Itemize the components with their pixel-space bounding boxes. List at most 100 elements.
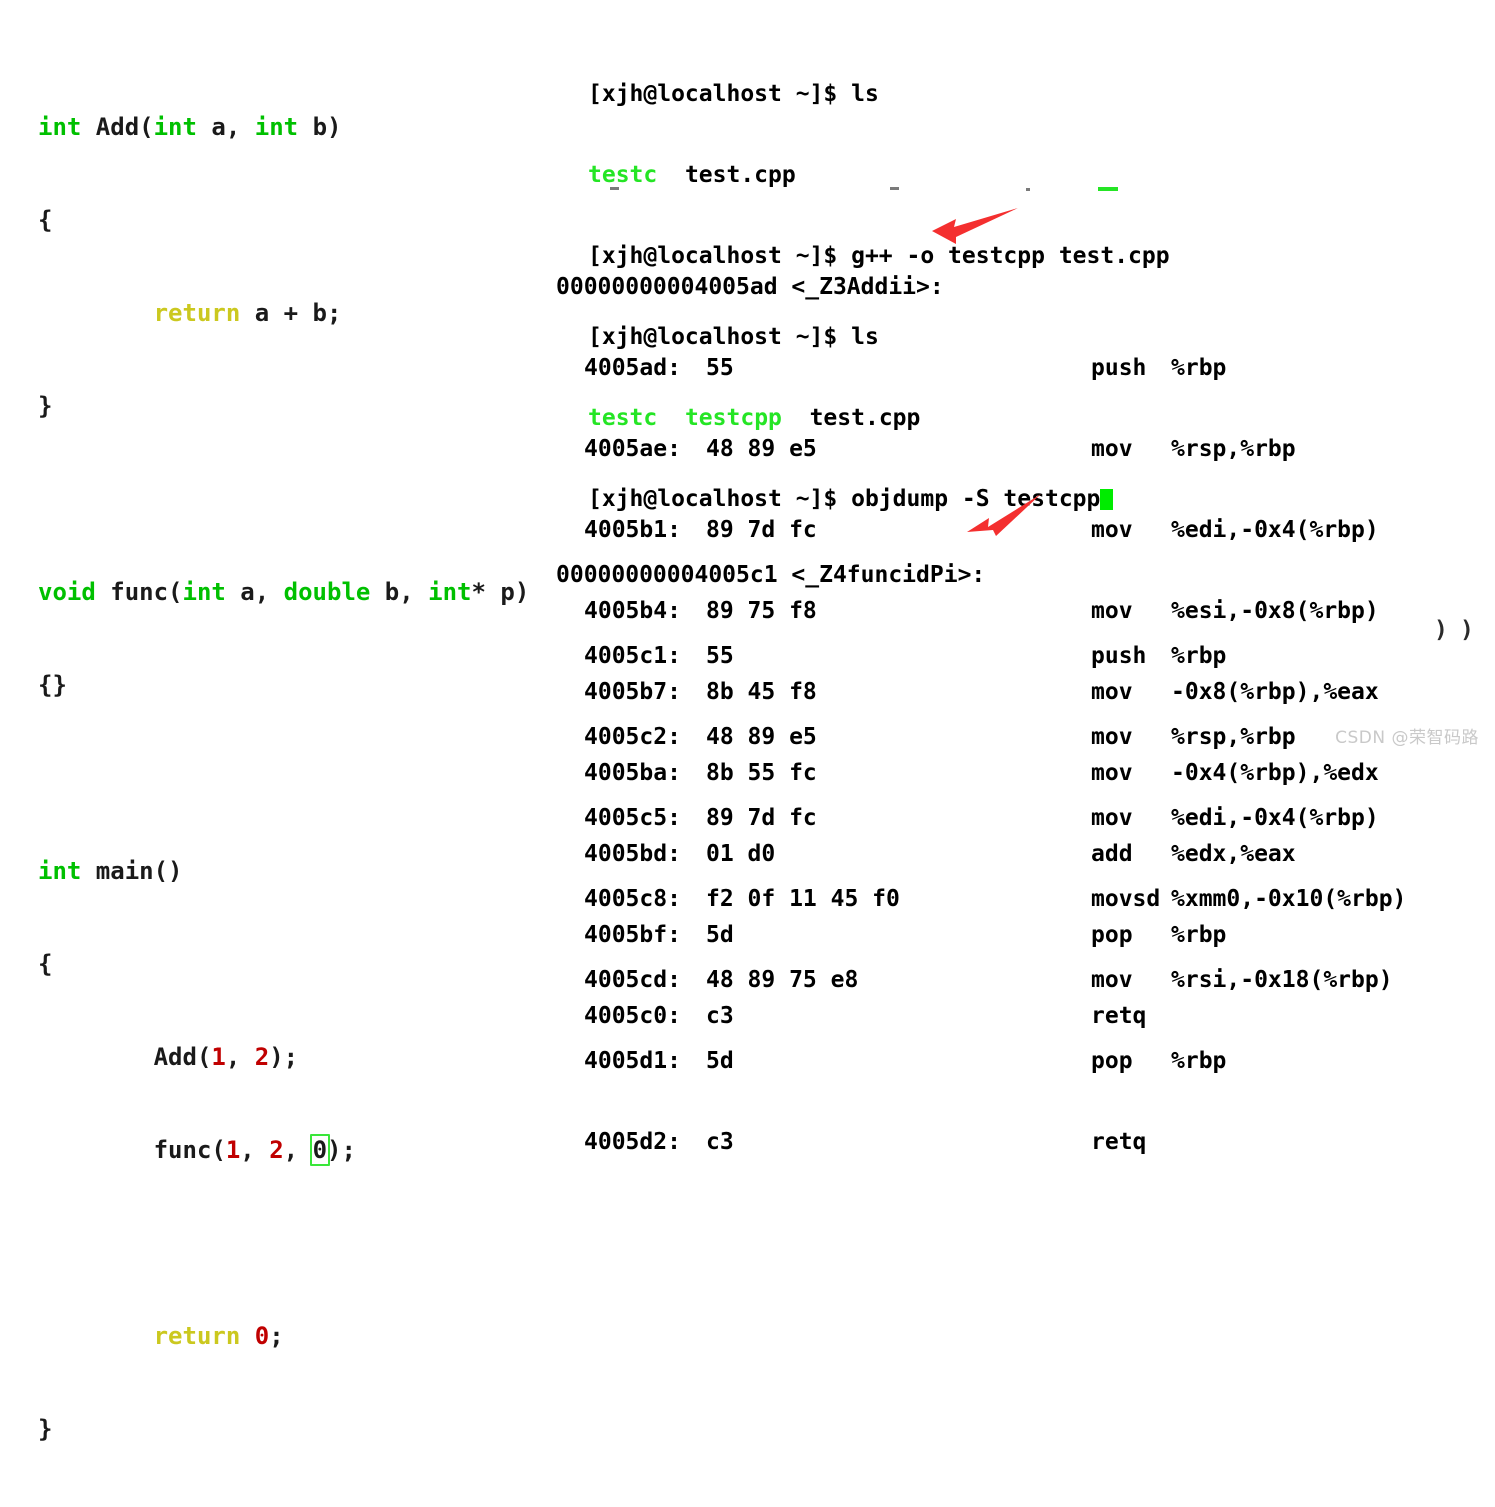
- disassembly-block-func: 00000000004005c1 <_Z4funcidPi>: 4005c1: 5…: [556, 508, 1406, 1210]
- instruction-bytes: 55: [706, 355, 734, 381]
- code-line-3: return a + b;: [38, 298, 529, 329]
- code-line-13-blank: [38, 1228, 529, 1259]
- disassembly-row: 4005c2: 48 89 e5 mov %rsp,%rbp: [556, 724, 1406, 751]
- instruction-bytes: 48 89 e5: [706, 436, 817, 462]
- code-text: ,: [240, 1136, 270, 1164]
- instruction-address: 4005c1:: [584, 643, 681, 669]
- instruction-address: 4005d1:: [584, 1048, 681, 1074]
- keyword-double: double: [283, 578, 371, 606]
- instruction-mnemonic: pop: [1091, 1048, 1133, 1074]
- disassembly-row: 4005d1: 5d pop %rbp: [556, 1048, 1406, 1075]
- code-text: func(: [95, 578, 183, 606]
- code-text: b): [298, 113, 342, 141]
- keyword-int: int: [38, 113, 82, 141]
- keyword-int: int: [153, 113, 197, 141]
- instruction-mnemonic: mov: [1091, 967, 1133, 993]
- code-text: }: [38, 1415, 53, 1443]
- instruction-bytes: c3: [706, 1129, 734, 1155]
- edge-glyph-artifact: ): [1460, 617, 1474, 643]
- clipped-text-row-artifacts: [588, 185, 1208, 194]
- instruction-operands: %rbp: [1171, 1048, 1227, 1074]
- disassembly-row: 4005c8: f2 0f 11 45 f0 movsd %xmm0,-0x10(%r…: [556, 886, 1406, 913]
- disassembly-symbol-header: 00000000004005ad <_Z3Addii>:: [556, 274, 944, 300]
- instruction-address: 4005ad:: [584, 355, 681, 381]
- code-text: b,: [370, 578, 429, 606]
- keyword-int: int: [182, 578, 226, 606]
- keyword-int: int: [254, 113, 299, 141]
- code-line-14: return 0;: [38, 1321, 529, 1352]
- clip-fragment: [1026, 188, 1030, 191]
- keyword-return: return: [153, 299, 241, 327]
- code-text: ;: [269, 1322, 284, 1350]
- instruction-mnemonic: retq: [1091, 1129, 1147, 1155]
- code-line-7: {}: [38, 670, 529, 701]
- instruction-address: 4005ae:: [584, 436, 681, 462]
- instruction-mnemonic: movsd: [1091, 886, 1161, 912]
- instruction-operands: %rbp: [1171, 643, 1227, 669]
- instruction-bytes: f2 0f 11 45 f0: [706, 886, 900, 912]
- code-line-10: {: [38, 949, 529, 980]
- code-text: {: [38, 950, 53, 978]
- instruction-mnemonic: push: [1091, 643, 1147, 669]
- instruction-bytes: 55: [706, 643, 734, 669]
- code-line-9: int main(): [38, 856, 529, 887]
- code-line-1: int Add(int a, int b): [38, 112, 529, 143]
- instruction-operands: %xmm0,-0x10(%rbp): [1171, 886, 1407, 912]
- code-text: }: [38, 392, 53, 420]
- clip-fragment: [610, 187, 619, 190]
- instruction-address: 4005c2:: [584, 724, 681, 750]
- instruction-mnemonic: push: [1091, 355, 1147, 381]
- code-text: a,: [225, 578, 284, 606]
- code-text: {: [38, 206, 53, 234]
- terminal-line-prompt-ls-1: [xjh@localhost ~]$ ls: [588, 81, 1170, 108]
- disassembly-row: 4005cd: 48 89 75 e8 mov %rsi,-0x18(%rbp): [556, 967, 1406, 994]
- instruction-bytes: 48 89 75 e8: [706, 967, 859, 993]
- instruction-operands: %rsp,%rbp: [1171, 436, 1296, 462]
- code-text: {}: [38, 671, 67, 699]
- terminal-pane[interactable]: [xjh@localhost ~]$ ls testc test.cpp [xj…: [540, 0, 1495, 1155]
- code-text: ,: [283, 1136, 313, 1164]
- code-text: a,: [196, 113, 255, 141]
- disassembly-row: 4005c1: 55 push %rbp: [556, 643, 1406, 670]
- code-text: );: [269, 1043, 299, 1071]
- instruction-operands: %edi,-0x4(%rbp): [1171, 805, 1379, 831]
- annotation-arrow-func-symbol: [967, 494, 1041, 536]
- numeric-literal: 1: [225, 1136, 241, 1164]
- disassembly-row: 4005ae: 48 89 e5 mov %rsp,%rbp: [556, 436, 1379, 463]
- code-line-4: }: [38, 391, 529, 422]
- source-code-editor-pane: int Add(int a, int b) { return a + b; } …: [0, 0, 540, 1443]
- code-text: * p): [471, 578, 530, 606]
- shell-prompt: [xjh@localhost ~]$: [588, 81, 852, 107]
- instruction-mnemonic: mov: [1091, 724, 1133, 750]
- code-text: main(): [81, 857, 183, 885]
- numeric-literal: 1: [211, 1043, 226, 1071]
- numeric-literal: 2: [254, 1043, 270, 1071]
- code-line-12: func(1, 2, 0);: [38, 1134, 529, 1166]
- disassembly-row: 4005c5: 89 7d fc mov %edi,-0x4(%rbp): [556, 805, 1406, 832]
- code-text: Add(: [153, 1043, 212, 1071]
- instruction-mnemonic: mov: [1091, 436, 1133, 462]
- instruction-address: 4005c5:: [584, 805, 681, 831]
- code-text: a + b;: [240, 299, 342, 327]
- instruction-operands: %rbp: [1171, 355, 1227, 381]
- instruction-mnemonic: mov: [1091, 805, 1133, 831]
- disassembly-row: 4005d2: c3 retq: [556, 1129, 1406, 1156]
- clip-fragment: [890, 187, 899, 190]
- annotation-arrow-add-symbol: [932, 208, 1018, 244]
- shell-command: ls: [851, 81, 879, 107]
- keyword-return: return: [153, 1322, 241, 1350]
- keyword-int: int: [428, 578, 472, 606]
- code-text: ,: [225, 1043, 255, 1071]
- instruction-address: 4005d2:: [584, 1129, 681, 1155]
- edge-glyph-artifact: ): [1434, 617, 1448, 643]
- source-code-listing[interactable]: int Add(int a, int b) { return a + b; } …: [38, 50, 529, 1507]
- code-line-11: Add(1, 2);: [38, 1042, 529, 1073]
- keyword-void: void: [38, 578, 96, 606]
- instruction-bytes: 48 89 e5: [706, 724, 817, 750]
- disassembly-symbol-header: 00000000004005c1 <_Z4funcidPi>:: [556, 562, 986, 588]
